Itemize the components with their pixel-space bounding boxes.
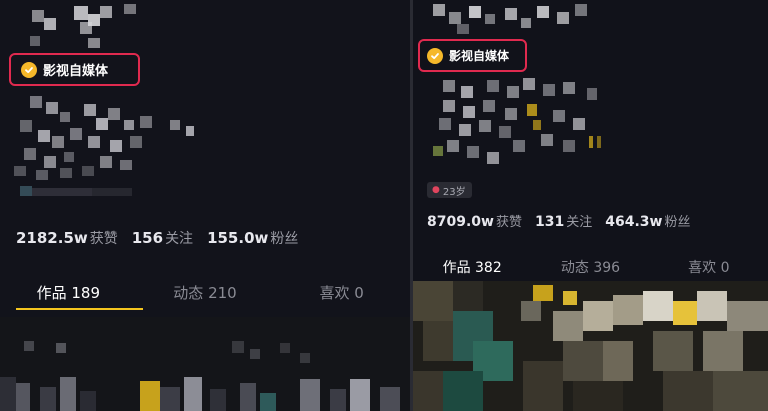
profile-tabs: 作品 189 动态 210 喜欢 0 — [0, 282, 410, 303]
profile-panel-right: 影视自媒体 ● 23岁 8709.0w 获赞 131 关注 464.3w 粉丝 … — [413, 0, 768, 411]
verified-badge-label: 影视自媒体 — [43, 64, 109, 79]
tab-activity[interactable]: 动态 396 — [531, 257, 649, 277]
tab-likes[interactable]: 喜欢 0 — [650, 257, 768, 277]
following-count[interactable]: 131 — [535, 214, 564, 230]
followers-count[interactable]: 464.3w — [605, 214, 662, 230]
verified-check-icon — [427, 47, 443, 64]
profile-stats: 8709.0w 获赞 131 关注 464.3w 粉丝 — [427, 211, 690, 230]
followers-label[interactable]: 粉丝 — [664, 211, 690, 230]
following-label[interactable]: 关注 — [165, 228, 193, 248]
works-grid-thumbnails[interactable] — [413, 281, 768, 411]
profile-tabs: 作品 382 动态 396 喜欢 0 — [413, 257, 768, 277]
likes-label: 获赞 — [495, 215, 522, 230]
verified-badge-label: 影视自媒体 — [449, 49, 510, 63]
verified-check-icon — [21, 61, 37, 78]
likes-label: 获赞 — [89, 231, 118, 247]
highlighted-verified-badge: 影视自媒体 — [418, 39, 527, 72]
tab-works[interactable]: 作品 189 — [0, 282, 137, 303]
profile-panel-left: 影视自媒体 2182.5w 获赞 156 关注 155.0w 粉丝 作品 189… — [0, 0, 410, 411]
age-tag: ● 23岁 — [427, 182, 472, 198]
active-tab-indicator — [16, 308, 143, 310]
highlighted-verified-badge: 影视自媒体 — [9, 53, 140, 86]
tab-likes[interactable]: 喜欢 0 — [273, 282, 410, 303]
tab-activity[interactable]: 动态 210 — [137, 282, 274, 303]
profile-stats: 2182.5w 获赞 156 关注 155.0w 粉丝 — [16, 228, 298, 248]
followers-label[interactable]: 粉丝 — [270, 228, 298, 248]
following-count[interactable]: 156 — [132, 229, 163, 247]
following-label[interactable]: 关注 — [566, 211, 592, 230]
screenshot-comparison: 影视自媒体 2182.5w 获赞 156 关注 155.0w 粉丝 作品 189… — [0, 0, 768, 411]
person-icon: ● — [432, 185, 440, 195]
age-label: 23岁 — [442, 186, 466, 198]
likes-count: 8709.0w — [427, 214, 494, 230]
followers-count[interactable]: 155.0w — [207, 229, 268, 247]
tab-works[interactable]: 作品 382 — [413, 257, 531, 277]
works-grid-thumbnails[interactable] — [0, 317, 410, 411]
likes-count: 2182.5w — [16, 229, 88, 247]
